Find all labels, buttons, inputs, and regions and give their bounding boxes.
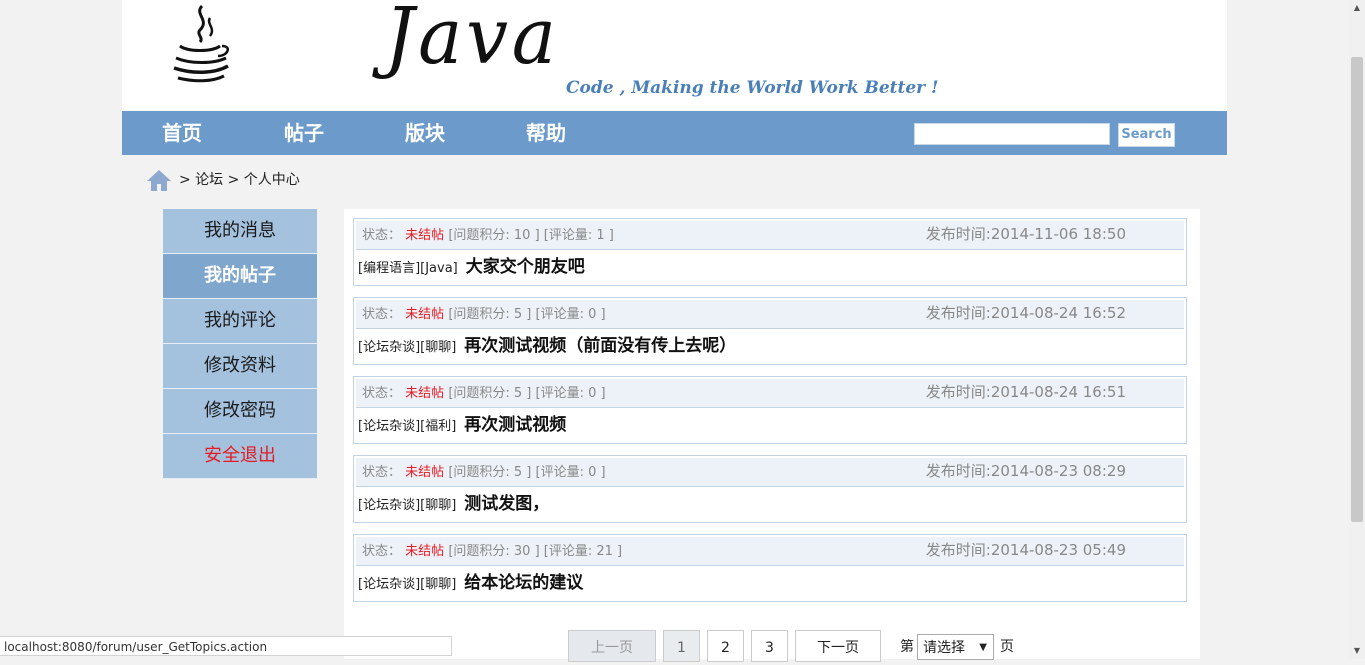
breadcrumb-text: > 论坛 > 个人中心 xyxy=(179,172,300,188)
topic-stats: [问题积分: 30 ] [评论量: 21 ] xyxy=(448,544,623,559)
nav-help[interactable]: 帮助 xyxy=(526,111,566,155)
scrollbar-thumb[interactable] xyxy=(1351,57,1363,522)
java-cup-logo-icon xyxy=(173,4,230,83)
nav-boards[interactable]: 版块 xyxy=(405,111,445,155)
topic-header: 状态： 未结帖 [问题积分: 5 ] [评论量: 0 ] 发布时间:2014-0… xyxy=(356,379,1184,408)
sidebar-item-messages[interactable]: 我的消息 xyxy=(163,209,317,254)
publish-time: 发布时间:2014-11-06 18:50 xyxy=(925,225,1126,243)
status-label: 状态： xyxy=(362,544,402,559)
status-badge: 未结帖 xyxy=(405,307,445,322)
status-label: 状态： xyxy=(362,307,402,322)
topic-stats: [问题积分: 5 ] [评论量: 0 ] xyxy=(448,307,606,322)
topic-body: [论坛杂谈][聊聊] 再次测试视频（前面没有传上去呢） xyxy=(358,333,736,359)
topic-card: 状态： 未结帖 [问题积分: 5 ] [评论量: 0 ] 发布时间:2014-0… xyxy=(353,455,1187,523)
topic-meta: 状态： 未结帖 [问题积分: 5 ] [评论量: 0 ] xyxy=(362,300,606,330)
status-label: 状态： xyxy=(362,386,402,401)
topic-stats: [问题积分: 10 ] [评论量: 1 ] xyxy=(448,228,614,243)
publish-time: 发布时间:2014-08-24 16:51 xyxy=(925,383,1126,401)
topic-body: [编程语言][Java] 大家交个朋友吧 xyxy=(358,254,585,280)
page-button[interactable]: 1 xyxy=(663,630,700,662)
topic-title-link[interactable]: 大家交个朋友吧 xyxy=(466,257,585,277)
prev-page-button[interactable]: 上一页 xyxy=(568,630,656,662)
topic-body: [论坛杂谈][聊聊] 给本论坛的建议 xyxy=(358,570,583,596)
sidebar-item-change-password[interactable]: 修改密码 xyxy=(163,389,317,434)
sidebar: 我的消息 我的帖子 我的评论 修改资料 修改密码 安全退出 xyxy=(163,209,317,479)
status-badge: 未结帖 xyxy=(405,386,445,401)
page-button[interactable]: 2 xyxy=(707,630,744,662)
status-label: 状态： xyxy=(362,228,402,243)
next-page-button[interactable]: 下一页 xyxy=(795,630,881,662)
topic-meta: 状态： 未结帖 [问题积分: 5 ] [评论量: 0 ] xyxy=(362,379,606,409)
home-icon[interactable] xyxy=(146,168,172,192)
sidebar-item-logout[interactable]: 安全退出 xyxy=(163,434,317,479)
status-badge: 未结帖 xyxy=(405,544,445,559)
topic-body: [论坛杂谈][聊聊] 测试发图， xyxy=(358,491,549,517)
topic-card: 状态： 未结帖 [问题积分: 5 ] [评论量: 0 ] 发布时间:2014-0… xyxy=(353,297,1187,365)
topic-title-link[interactable]: 再次测试视频（前面没有传上去呢） xyxy=(464,336,736,356)
publish-time: 发布时间:2014-08-24 16:52 xyxy=(925,304,1126,322)
header: Java Code , Making the World Work Better… xyxy=(122,0,1227,111)
status-badge: 未结帖 xyxy=(405,465,445,480)
page-select-value: 请选择 xyxy=(923,640,965,656)
status-label: 状态： xyxy=(362,465,402,480)
publish-time: 发布时间:2014-08-23 08:29 xyxy=(925,462,1126,480)
page-button[interactable]: 3 xyxy=(751,630,788,662)
topic-category: [论坛杂谈][聊聊] xyxy=(358,340,457,355)
topic-category: [论坛杂谈][福利] xyxy=(358,419,457,434)
topic-card: 状态： 未结帖 [问题积分: 30 ] [评论量: 21 ] 发布时间:2014… xyxy=(353,534,1187,602)
scroll-down-arrow-icon[interactable]: ▼ xyxy=(1349,643,1365,659)
topic-title-link[interactable]: 测试发图， xyxy=(464,494,549,514)
topic-title-link[interactable]: 给本论坛的建议 xyxy=(464,573,583,593)
topic-header: 状态： 未结帖 [问题积分: 30 ] [评论量: 21 ] 发布时间:2014… xyxy=(356,537,1184,566)
topic-title-link[interactable]: 再次测试视频 xyxy=(464,415,566,435)
topic-card: 状态： 未结帖 [问题积分: 10 ] [评论量: 1 ] 发布时间:2014-… xyxy=(353,218,1187,286)
logo-text: Java xyxy=(384,0,560,82)
topic-header: 状态： 未结帖 [问题积分: 10 ] [评论量: 1 ] 发布时间:2014-… xyxy=(356,221,1184,250)
topic-category: [编程语言][Java] xyxy=(358,261,458,276)
topic-body: [论坛杂谈][福利] 再次测试视频 xyxy=(358,412,566,438)
topic-meta: 状态： 未结帖 [问题积分: 10 ] [评论量: 1 ] xyxy=(362,221,614,251)
publish-time: 发布时间:2014-08-23 05:49 xyxy=(925,541,1126,559)
page: Java Code , Making the World Work Better… xyxy=(122,0,1227,662)
status-badge: 未结帖 xyxy=(405,228,445,243)
topic-meta: 状态： 未结帖 [问题积分: 5 ] [评论量: 0 ] xyxy=(362,458,606,488)
sidebar-item-edit-profile[interactable]: 修改资料 xyxy=(163,344,317,389)
scroll-up-arrow-icon[interactable]: ▲ xyxy=(1349,0,1365,16)
navbar: 首页 帖子 版块 帮助 Search xyxy=(122,111,1227,155)
browser-status-bar: localhost:8080/forum/user_GetTopics.acti… xyxy=(0,636,452,656)
page-select[interactable]: 请选择 ▼ xyxy=(917,634,994,660)
sidebar-item-my-posts[interactable]: 我的帖子 xyxy=(163,254,317,299)
topic-stats: [问题积分: 5 ] [评论量: 0 ] xyxy=(448,465,606,480)
topic-meta: 状态： 未结帖 [问题积分: 30 ] [评论量: 21 ] xyxy=(362,537,622,567)
topic-header: 状态： 未结帖 [问题积分: 5 ] [评论量: 0 ] 发布时间:2014-0… xyxy=(356,300,1184,329)
topic-list-panel: 状态： 未结帖 [问题积分: 10 ] [评论量: 1 ] 发布时间:2014-… xyxy=(344,209,1200,662)
dropdown-arrow-icon: ▼ xyxy=(979,642,987,653)
topic-category: [论坛杂谈][聊聊] xyxy=(358,577,457,592)
topic-stats: [问题积分: 5 ] [评论量: 0 ] xyxy=(448,386,606,401)
search-input[interactable] xyxy=(914,123,1110,145)
slogan: Code , Making the World Work Better ! xyxy=(566,78,939,98)
nav-home[interactable]: 首页 xyxy=(162,111,202,155)
search-button[interactable]: Search xyxy=(1118,123,1175,147)
topic-header: 状态： 未结帖 [问题积分: 5 ] [评论量: 0 ] 发布时间:2014-0… xyxy=(356,458,1184,487)
sidebar-item-my-comments[interactable]: 我的评论 xyxy=(163,299,317,344)
topic-card: 状态： 未结帖 [问题积分: 5 ] [评论量: 0 ] 发布时间:2014-0… xyxy=(353,376,1187,444)
vertical-scrollbar[interactable]: ▲ ▼ xyxy=(1349,0,1365,659)
nav-posts[interactable]: 帖子 xyxy=(284,111,324,155)
topic-category: [论坛杂谈][聊聊] xyxy=(358,498,457,513)
